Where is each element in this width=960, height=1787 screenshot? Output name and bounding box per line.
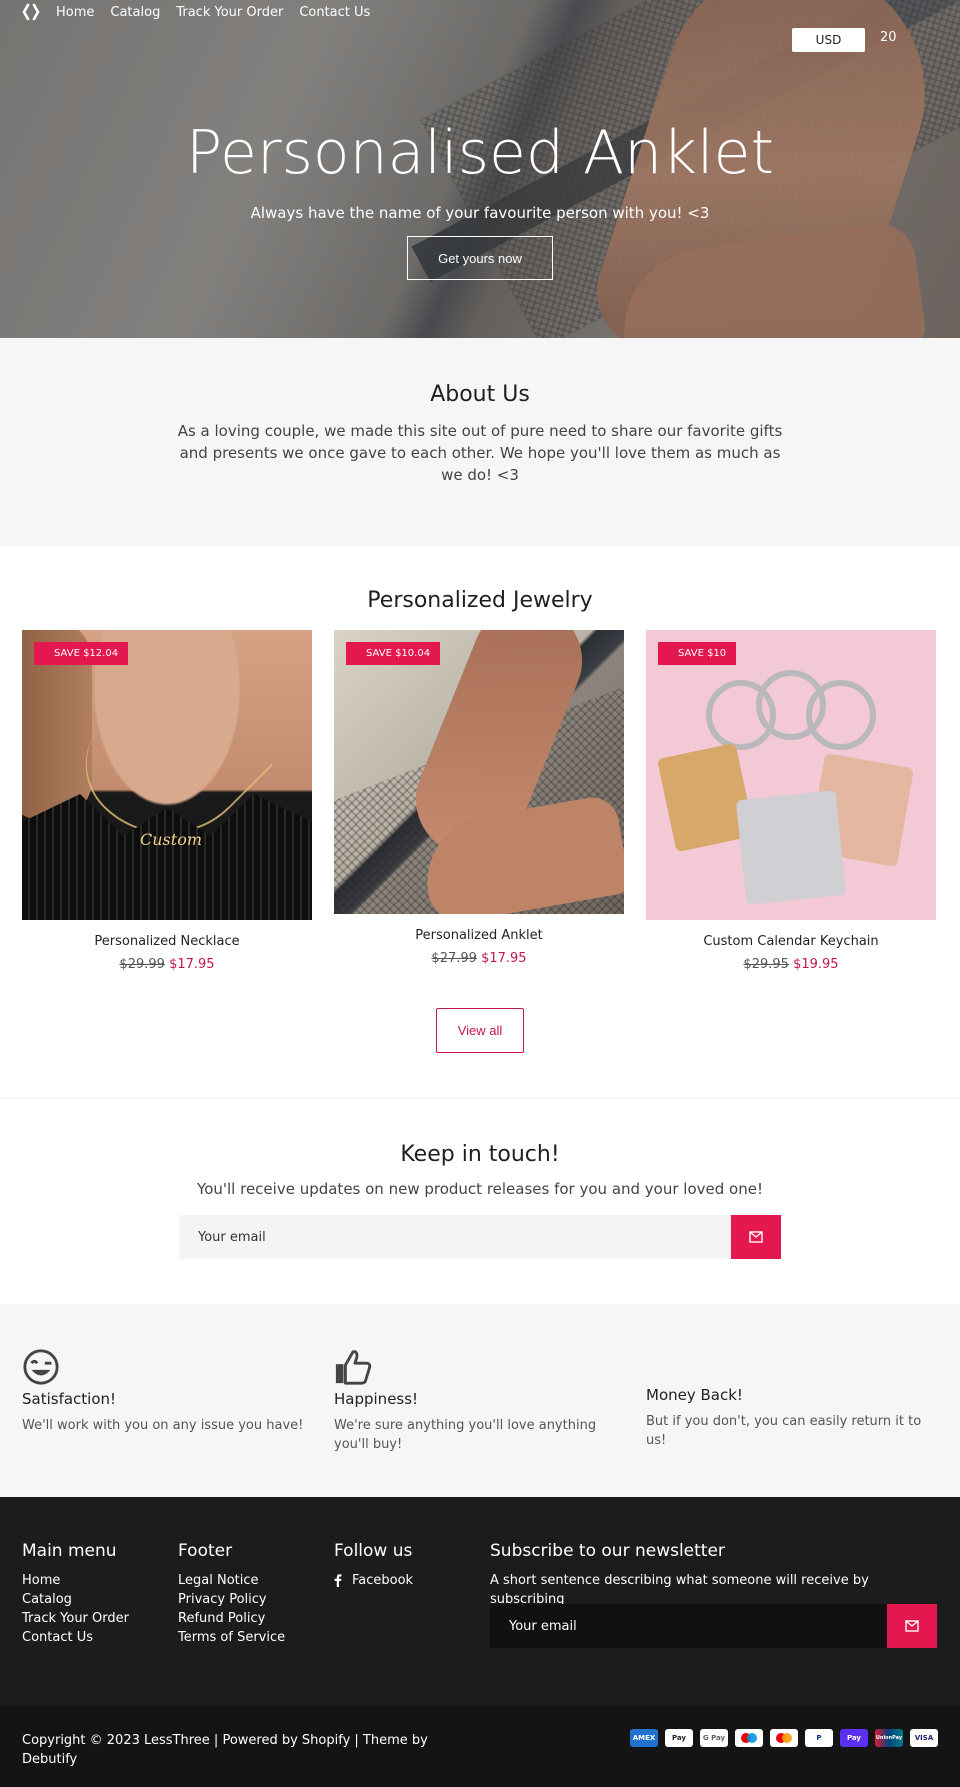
newsletter-subtitle: You'll receive updates on new product re… <box>197 1180 763 1198</box>
subscribe-button[interactable] <box>731 1215 781 1259</box>
paypal-icon: P <box>805 1729 833 1747</box>
bottom-bar: Copyright © 2023 LessThree | Powered by … <box>0 1705 960 1787</box>
footer-menu: Footer Legal Notice Privacy Policy Refun… <box>178 1541 285 1647</box>
product-price: $29.95 $19.95 <box>646 957 936 972</box>
footer-heading: Main menu <box>22 1541 117 1561</box>
product-card[interactable]: Custom SAVE $12.04 Personalized Necklace… <box>22 630 312 972</box>
view-all-button[interactable]: View all <box>436 1008 524 1053</box>
shop-pay-icon: Pay <box>840 1729 868 1747</box>
feature-title: Satisfaction! <box>22 1390 117 1408</box>
feature-title: Money Back! <box>646 1386 743 1404</box>
features-section: Satisfaction! We'll work with you on any… <box>0 1304 960 1497</box>
about-section: About Us As a loving couple, we made thi… <box>0 338 960 546</box>
logo-icon[interactable] <box>22 2 40 22</box>
footer-link-track-order[interactable]: Track Your Order <box>22 1609 129 1628</box>
envelope-icon <box>905 1620 919 1632</box>
amex-icon: AMEX <box>630 1729 658 1747</box>
currency-selector[interactable]: USD <box>792 28 865 52</box>
footer-heading: Footer <box>178 1541 233 1561</box>
image-necklace-word: Custom <box>140 830 202 849</box>
product-image-necklace[interactable]: Custom SAVE $12.04 <box>22 630 312 920</box>
sale-price: $17.95 <box>169 957 215 972</box>
about-title: About Us <box>430 382 530 407</box>
footer-link-terms[interactable]: Terms of Service <box>178 1628 285 1647</box>
footer-subscribe-button[interactable] <box>887 1604 937 1648</box>
product-price: $27.99 $17.95 <box>334 951 624 966</box>
footer-heading: Subscribe to our newsletter <box>490 1541 725 1561</box>
winking-face-icon <box>23 1349 59 1385</box>
footer-link-catalog[interactable]: Catalog <box>22 1590 129 1609</box>
footer-main-menu: Main menu Home Catalog Track Your Order … <box>22 1541 129 1647</box>
feature-item: Money Back! But if you don't, you can ea… <box>646 1348 936 1450</box>
sale-price: $17.95 <box>481 951 527 966</box>
footer-link-contact[interactable]: Contact Us <box>22 1628 129 1647</box>
newsletter-form <box>179 1215 781 1259</box>
about-text: As a loving couple, we made this site ou… <box>177 422 783 484</box>
hero-title: Personalised Anklet <box>186 118 774 188</box>
facebook-icon <box>334 1574 342 1587</box>
product-card[interactable]: SAVE $10.04 Personalized Anklet $27.99 $… <box>334 630 624 966</box>
sale-badge: SAVE $10 <box>658 642 737 665</box>
nav-track-order[interactable]: Track Your Order <box>176 5 283 20</box>
product-name[interactable]: Personalized Anklet <box>334 928 624 943</box>
product-card[interactable]: SAVE $10 Custom Calendar Keychain $29.95… <box>646 630 936 972</box>
product-image-anklet[interactable]: SAVE $10.04 <box>334 630 624 914</box>
main-nav: Home Catalog Track Your Order Contact Us <box>22 0 370 24</box>
footer-newsletter-form <box>490 1604 937 1648</box>
copyright: Copyright © 2023 LessThree | Powered by … <box>22 1733 428 1767</box>
newsletter-title: Keep in touch! <box>400 1142 560 1167</box>
facebook-link[interactable]: Facebook <box>334 1571 413 1590</box>
feature-text: But if you don't, you can easily return … <box>646 1414 922 1448</box>
envelope-icon <box>749 1231 763 1243</box>
footer-link-legal[interactable]: Legal Notice <box>178 1571 285 1590</box>
footer: Main menu Home Catalog Track Your Order … <box>0 1497 960 1705</box>
feature-text: We'll work with you on any issue you hav… <box>22 1418 304 1433</box>
maestro-icon <box>735 1729 763 1747</box>
divider <box>0 1098 960 1099</box>
compare-price: $27.99 <box>431 951 477 966</box>
sale-price: $19.95 <box>793 957 839 972</box>
product-name[interactable]: Custom Calendar Keychain <box>646 934 936 949</box>
hero-cta-button[interactable]: Get yours now <box>407 236 553 280</box>
google-pay-icon: G Pay <box>700 1729 728 1747</box>
footer-link-refund[interactable]: Refund Policy <box>178 1609 285 1628</box>
facebook-label: Facebook <box>352 1573 414 1588</box>
hero-subtitle: Always have the name of your favourite p… <box>250 204 710 222</box>
sale-badge: SAVE $12.04 <box>34 642 129 665</box>
image-tag <box>735 790 847 905</box>
feature-text: We're sure anything you'll love anything… <box>334 1418 597 1452</box>
footer-link-privacy[interactable]: Privacy Policy <box>178 1590 285 1609</box>
feature-title: Happiness! <box>334 1390 419 1408</box>
collection-title: Personalized Jewelry <box>367 588 593 613</box>
sale-badge: SAVE $10.04 <box>346 642 441 665</box>
thumbs-up-icon <box>335 1350 372 1385</box>
compare-price: $29.99 <box>119 957 165 972</box>
feature-icon-placeholder <box>646 1348 684 1386</box>
email-input[interactable] <box>179 1215 731 1259</box>
image-ring <box>806 680 876 750</box>
product-price: $29.99 $17.95 <box>22 957 312 972</box>
nav-catalog[interactable]: Catalog <box>110 5 160 20</box>
footer-email-input[interactable] <box>490 1604 887 1648</box>
footer-heading: Follow us <box>334 1541 413 1561</box>
mastercard-icon <box>770 1729 798 1747</box>
unionpay-icon: UnionPay <box>875 1729 903 1747</box>
product-name[interactable]: Personalized Necklace <box>22 934 312 949</box>
nav-contact[interactable]: Contact Us <box>299 5 370 20</box>
feature-item: Happiness! We're sure anything you'll lo… <box>334 1348 624 1454</box>
feature-item: Satisfaction! We'll work with you on any… <box>22 1348 312 1435</box>
apple-pay-icon: Pay <box>665 1729 693 1747</box>
footer-subscribe: Subscribe to our newsletter A short sent… <box>490 1541 940 1609</box>
compare-price: $29.95 <box>743 957 789 972</box>
product-image-keychain[interactable]: SAVE $10 <box>646 630 936 920</box>
footer-link-home[interactable]: Home <box>22 1571 129 1590</box>
cart-count[interactable]: 20 <box>880 30 897 45</box>
payment-icons: AMEX Pay G Pay P Pay UnionPay VISA <box>630 1729 938 1747</box>
visa-icon: VISA <box>910 1729 938 1747</box>
nav-home[interactable]: Home <box>56 5 94 20</box>
footer-follow: Follow us Facebook <box>334 1541 413 1590</box>
